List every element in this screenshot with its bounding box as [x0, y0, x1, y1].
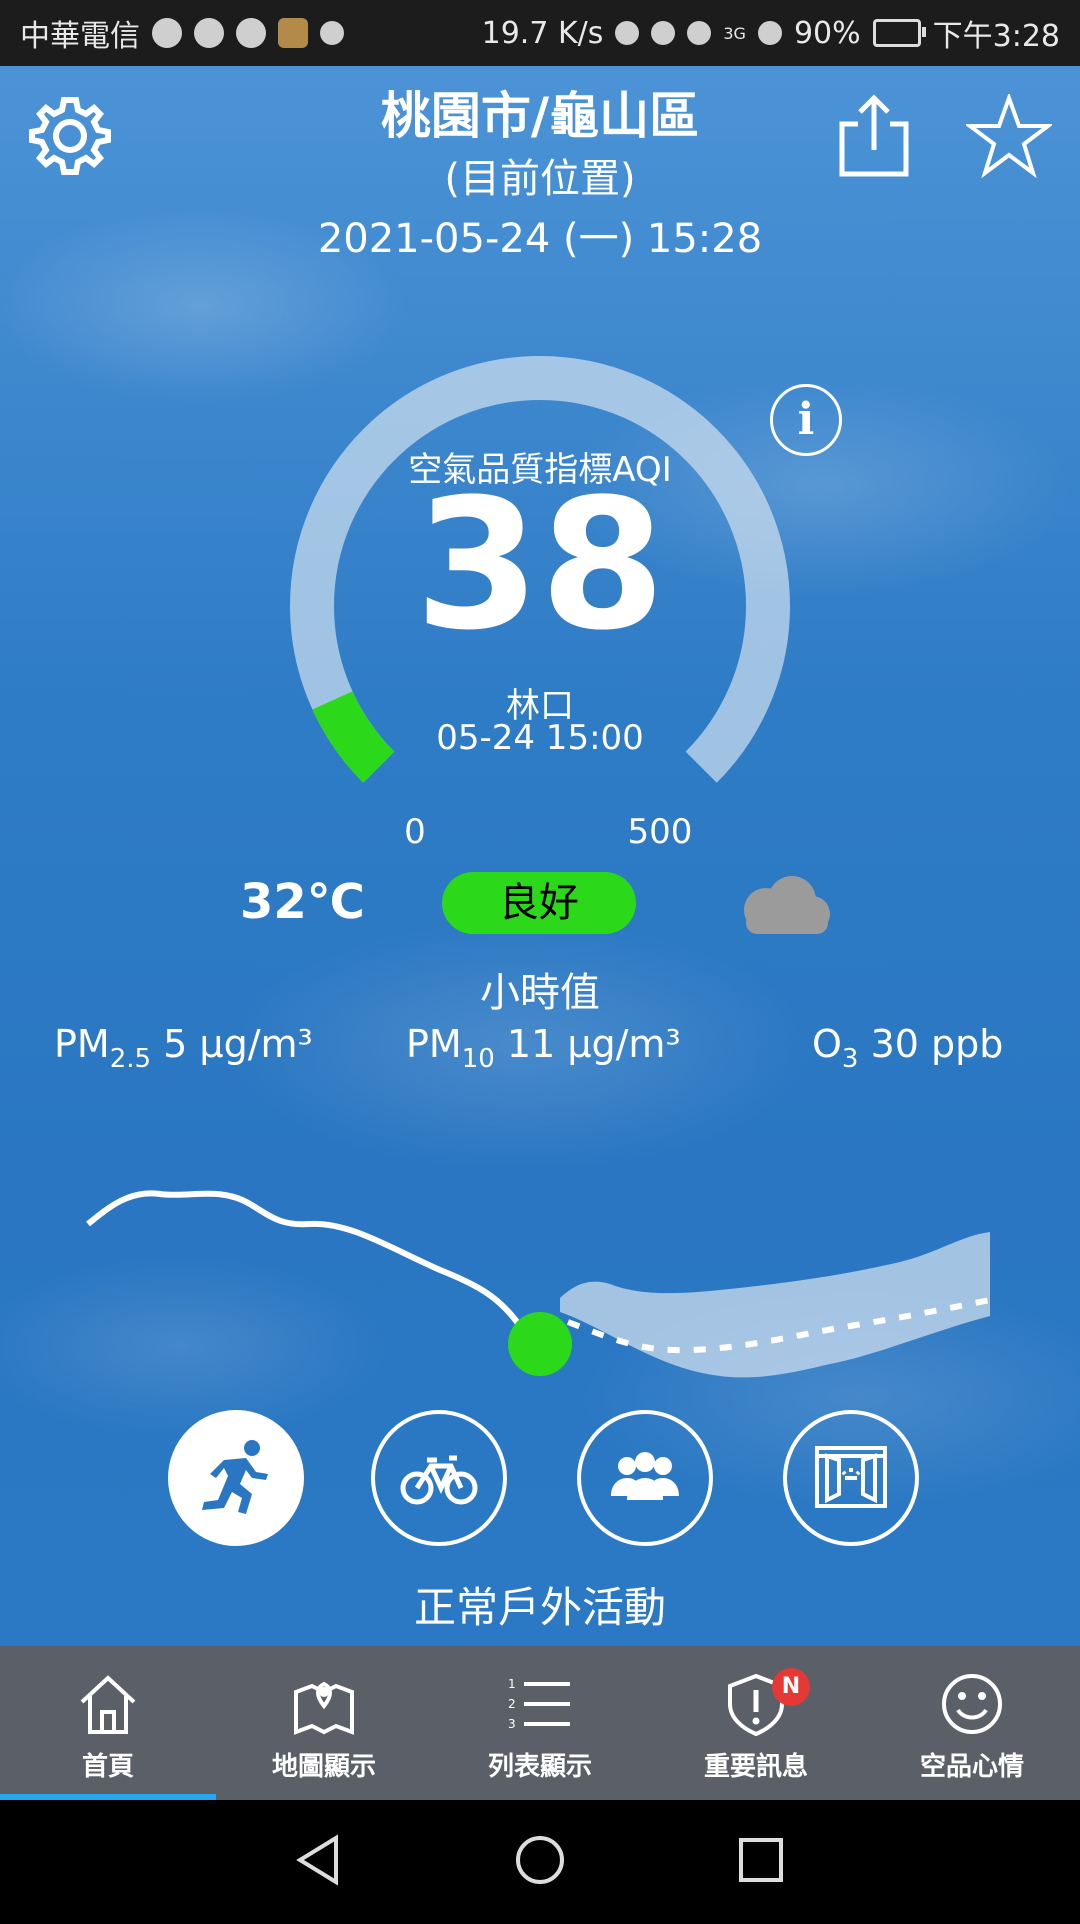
aqi-value: 38 [414, 461, 666, 670]
recents-icon[interactable] [739, 1838, 783, 1882]
aqi-status-badge: 良好 [442, 872, 636, 934]
nav-mood[interactable]: 空品心情 [864, 1646, 1080, 1800]
nav-alerts[interactable]: N 重要訊息 [648, 1646, 864, 1800]
pm10-reading: PM10 11 μg/m³ [406, 1022, 681, 1074]
o3-value: 30 ppb [870, 1022, 1004, 1066]
forecast-range-band [560, 1232, 990, 1378]
window-icon [815, 1446, 887, 1508]
pm25-sub: 2.5 [109, 1044, 152, 1074]
svg-text:3: 3 [508, 1717, 516, 1731]
history-trend-line [86, 1190, 523, 1328]
signal-icon [757, 21, 782, 45]
activity-running[interactable] [168, 1410, 304, 1546]
home-circle-icon[interactable] [516, 1836, 564, 1884]
current-point [508, 1312, 572, 1376]
status-left: 中華電信 [0, 11, 364, 55]
svg-text:1: 1 [508, 1677, 516, 1691]
bicycle-icon [400, 1455, 478, 1505]
o3-name: O [812, 1022, 842, 1066]
system-nav-bar [0, 1800, 1080, 1920]
nav-mood-label: 空品心情 [919, 1752, 1024, 1782]
location-subtitle: (目前位置) [444, 156, 636, 202]
pm25-name: PM [54, 1022, 110, 1066]
new-badge: N [772, 1668, 810, 1706]
status-bar: 中華電信 19.7 K/s 3G 90% 下午3:28 [0, 0, 1080, 66]
o3-sub: 3 [841, 1044, 859, 1074]
status-right: 19.7 K/s 3G 90% 下午3:28 [462, 11, 1080, 55]
pm10-sub: 10 [461, 1044, 495, 1074]
activity-cycling[interactable] [371, 1410, 507, 1546]
o3-reading: O3 30 ppb [812, 1022, 1003, 1074]
home-icon [80, 1675, 136, 1734]
clock: 下午3:28 [932, 19, 1060, 54]
group-icon [611, 1452, 679, 1500]
battery-percent: 90% [793, 15, 861, 51]
cloud-icon [736, 874, 832, 940]
back-icon[interactable] [296, 1834, 338, 1886]
nav-list-label: 列表顯示 [487, 1752, 592, 1782]
network-type: 3G [723, 23, 746, 43]
temperature: 32℃ [240, 874, 365, 930]
nav-map[interactable]: 地圖顯示 [216, 1646, 432, 1800]
chat-icon [152, 18, 182, 48]
nav-alerts-label: 重要訊息 [703, 1752, 808, 1782]
battery-icon [872, 19, 926, 47]
net-speed: 19.7 K/s [481, 15, 604, 51]
location-title: 桃園市/龜山區 [380, 87, 700, 145]
nav-list[interactable]: 1 2 3 列表顯示 [432, 1646, 648, 1800]
pm25-value: 5 μg/m³ [163, 1022, 313, 1066]
scale-min: 0 [404, 812, 426, 852]
map-icon [294, 1681, 354, 1735]
current-datetime: 2021-05-24 (一) 15:28 [317, 216, 763, 262]
aqi-trend-chart [86, 1190, 991, 1378]
list-icon: 1 2 3 [508, 1677, 570, 1731]
bottom-nav: 首頁 地圖顯示 1 2 3 列表顯示 N 重要訊息 空品心情 [0, 1646, 1080, 1800]
huawei-icon [320, 21, 344, 45]
activity-window[interactable] [783, 1410, 919, 1546]
carrier-name: 中華電信 [20, 19, 140, 54]
pm10-name: PM [406, 1022, 462, 1066]
scale-max: 500 [627, 812, 693, 852]
running-icon [202, 1440, 268, 1514]
smiley-icon [942, 1674, 1002, 1734]
activity-suggestion: 正常戶外活動 [413, 1583, 666, 1632]
wifi-icon [687, 21, 712, 45]
shield-app-icon [278, 18, 308, 48]
pm10-value: 11 μg/m³ [506, 1022, 681, 1066]
nav-home[interactable]: 首頁 [0, 1646, 216, 1800]
messenger-icon [194, 18, 224, 48]
main-area: 桃園市/龜山區 (目前位置) 2021-05-24 (一) 15:28 i 空氣… [0, 66, 1080, 1646]
svg-text:2: 2 [508, 1697, 516, 1711]
station-time: 05-24 15:00 [436, 718, 644, 758]
eye-icon [651, 21, 676, 45]
activity-group[interactable] [577, 1410, 713, 1546]
hourly-title: 小時值 [480, 970, 600, 1016]
nav-map-label: 地圖顯示 [271, 1752, 376, 1782]
pm25-reading: PM2.5 5 μg/m³ [54, 1022, 313, 1074]
facebook-icon [236, 18, 266, 48]
nav-home-label: 首頁 [81, 1752, 134, 1782]
location-icon [615, 21, 640, 45]
